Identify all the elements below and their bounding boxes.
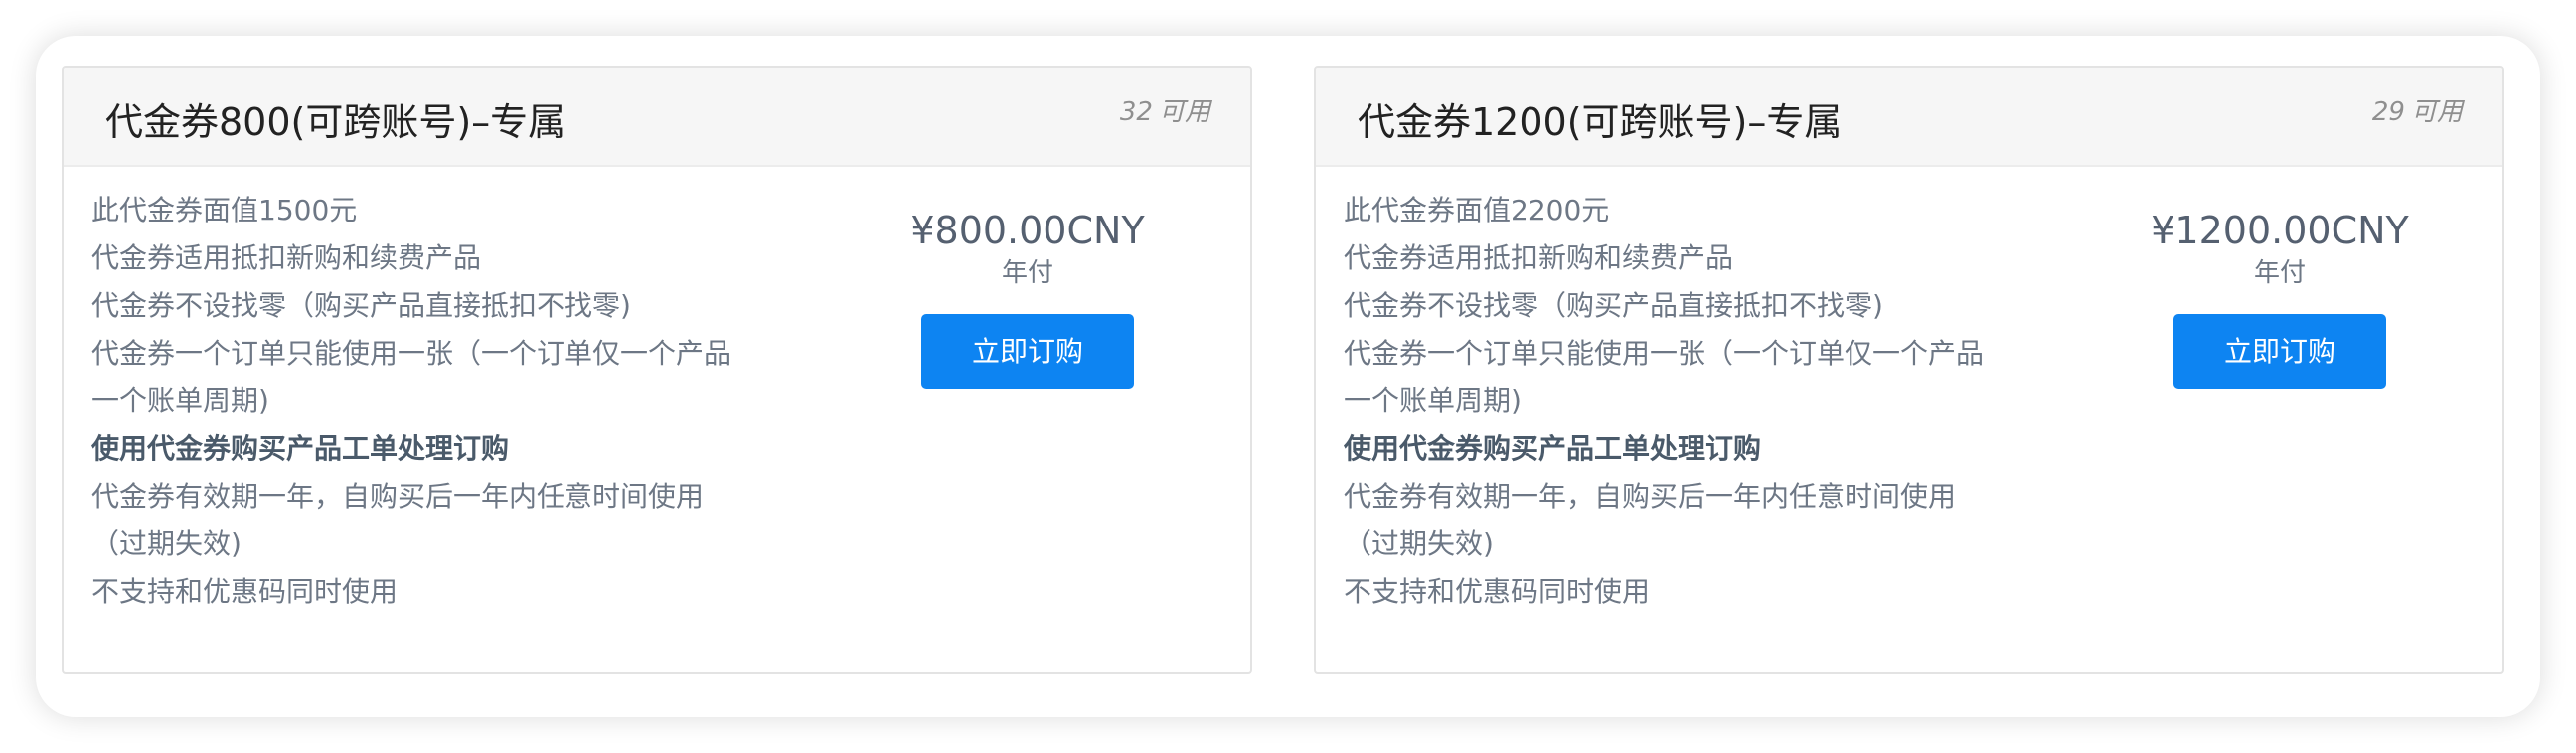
- description-line: 不支持和优惠码同时使用: [1344, 575, 1651, 608]
- description-line-bold: 使用代金券购买产品工单处理订购: [91, 432, 510, 465]
- description-line: 代金券不设找零（购买产品直接抵扣不找零): [1344, 289, 1883, 322]
- billing-period: 年付: [1001, 258, 1053, 288]
- product-card: 代金券800(可跨账号)–专属 32 可用 此代金券面值1500元 代金券适用抵扣…: [62, 66, 1252, 674]
- product-card: 代金券1200(可跨账号)–专属 29 可用 此代金券面值2200元 代金券适用抵…: [1314, 66, 2504, 674]
- description-line: 一个账单周期): [1344, 384, 1522, 417]
- description-line: 代金券适用抵扣新购和续费产品: [1344, 241, 1734, 274]
- description-line: 代金券一个订单只能使用一张（一个订单仅一个产品: [91, 337, 732, 370]
- card-title: 代金券800(可跨账号)–专属: [105, 100, 566, 144]
- price: ¥1200.00CNY: [2151, 209, 2409, 252]
- card-header: 代金券800(可跨账号)–专属 32 可用: [64, 68, 1250, 167]
- description-line: 不支持和优惠码同时使用: [91, 575, 399, 608]
- description-line: 代金券不设找零（购买产品直接抵扣不找零): [91, 289, 631, 322]
- description-line-bold: 使用代金券购买产品工单处理订购: [1344, 432, 1762, 465]
- card-description: 此代金券面值2200元 代金券适用抵扣新购和续费产品 代金券不设找零（购买产品直…: [1344, 187, 2039, 616]
- price: ¥800.00CNY: [910, 209, 1145, 252]
- description-line: 代金券有效期一年，自购买后一年内任意时间使用: [91, 480, 705, 513]
- order-now-button[interactable]: 立即订购: [2174, 314, 2386, 389]
- available-label: 可用: [1158, 97, 1210, 127]
- description-line: 代金券有效期一年，自购买后一年内任意时间使用: [1344, 480, 1957, 513]
- card-header: 代金券1200(可跨账号)–专属 29 可用: [1316, 68, 2502, 167]
- description-line: 代金券适用抵扣新购和续费产品: [91, 241, 482, 274]
- available-count: 32: [1119, 97, 1153, 127]
- available-count: 29: [2371, 97, 2405, 127]
- card-description: 此代金券面值1500元 代金券适用抵扣新购和续费产品 代金券不设找零（购买产品直…: [91, 187, 787, 616]
- order-now-button[interactable]: 立即订购: [921, 314, 1134, 389]
- description-line: 此代金券面值2200元: [1344, 194, 1610, 226]
- price-block: ¥800.00CNY 年付 立即订购: [879, 207, 1177, 389]
- description-line: 代金券一个订单只能使用一张（一个订单仅一个产品: [1344, 337, 1985, 370]
- description-line: 一个账单周期): [91, 384, 269, 417]
- description-line: （过期失效): [91, 527, 242, 560]
- product-panel: 代金券800(可跨账号)–专属 32 可用 此代金券面值1500元 代金券适用抵扣…: [36, 36, 2540, 717]
- available-label: 可用: [2410, 97, 2463, 127]
- available-badge: 32 可用: [1120, 91, 1210, 128]
- available-badge: 29 可用: [2372, 91, 2463, 128]
- description-line: （过期失效): [1344, 527, 1494, 560]
- card-title: 代金券1200(可跨账号)–专属: [1358, 100, 1843, 144]
- billing-period: 年付: [2253, 258, 2306, 288]
- price-block: ¥1200.00CNY 年付 立即订购: [2131, 207, 2429, 389]
- description-line: 此代金券面值1500元: [91, 194, 358, 226]
